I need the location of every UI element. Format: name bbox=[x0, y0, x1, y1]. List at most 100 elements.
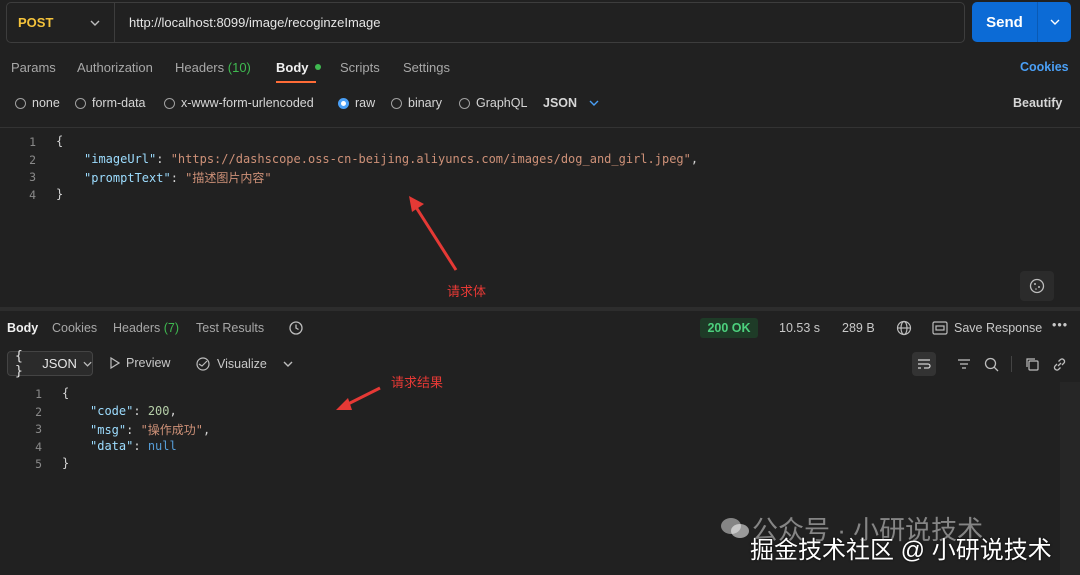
response-time: 10.53 s bbox=[779, 321, 821, 335]
visualize-button[interactable]: Visualize bbox=[195, 356, 293, 372]
resp-tab-headers[interactable]: Headers (7) bbox=[113, 321, 179, 335]
radio-circle bbox=[459, 97, 470, 109]
radio-urlencoded-label: x-www-form-urlencoded bbox=[181, 96, 314, 110]
play-icon bbox=[110, 357, 120, 369]
history-button[interactable] bbox=[287, 319, 305, 337]
line-number: 5 bbox=[35, 457, 42, 471]
code-line-3: "msg": "操作成功", bbox=[90, 423, 211, 437]
save-response-label: Save Response bbox=[954, 321, 1043, 335]
radio-none[interactable]: none bbox=[15, 96, 60, 110]
code-line-3: "promptText": "描述图片内容" bbox=[84, 171, 272, 185]
resp-tab-body[interactable]: Body bbox=[7, 321, 38, 335]
resp-tab-headers-label: Headers bbox=[113, 321, 161, 335]
response-tabs: Body Cookies Headers (7) Test Results bbox=[0, 318, 1080, 340]
tab-settings[interactable]: Settings bbox=[403, 60, 450, 75]
chevron-down-icon bbox=[1050, 19, 1059, 25]
radio-none-label: none bbox=[32, 96, 60, 110]
method-select[interactable]: POST bbox=[7, 3, 115, 42]
beautify-link[interactable]: Beautify bbox=[1013, 96, 1062, 110]
body-mode-row: none form-data x-www-form-urlencoded raw… bbox=[0, 92, 1080, 114]
tab-headers[interactable]: Headers (10) bbox=[175, 60, 251, 75]
line-number: 4 bbox=[35, 440, 42, 454]
radio-graphql[interactable]: GraphQL bbox=[459, 96, 527, 110]
json-string: "操作成功" bbox=[140, 423, 204, 437]
link-button[interactable] bbox=[1050, 355, 1068, 373]
request-body-editor[interactable]: 1 2 3 4 { "imageUrl": "https://dashscope… bbox=[0, 130, 1080, 306]
resp-tab-cookies[interactable]: Cookies bbox=[52, 321, 97, 335]
radio-raw[interactable]: raw bbox=[338, 96, 375, 110]
line-number: 4 bbox=[29, 188, 36, 202]
code-close-brace: } bbox=[56, 187, 64, 201]
line-number: 1 bbox=[35, 387, 42, 401]
tab-scripts[interactable]: Scripts bbox=[340, 60, 380, 75]
response-format-label: JSON bbox=[42, 356, 77, 371]
line-number: 2 bbox=[35, 405, 42, 419]
filter-icon bbox=[958, 359, 970, 369]
section-divider bbox=[0, 127, 1080, 128]
preview-button[interactable]: Preview bbox=[110, 356, 170, 370]
network-info-button[interactable] bbox=[896, 320, 912, 336]
json-key: "code" bbox=[90, 404, 134, 418]
line-number: 2 bbox=[29, 153, 36, 167]
wrap-lines-button[interactable] bbox=[912, 352, 936, 376]
globe-icon bbox=[896, 320, 912, 336]
response-annotation: 请求结果 bbox=[391, 375, 444, 390]
send-button[interactable]: Send bbox=[972, 2, 1038, 42]
url-input[interactable]: http://localhost:8099/image/recoginzeIma… bbox=[115, 15, 381, 30]
cookies-link[interactable]: Cookies bbox=[1020, 60, 1069, 74]
json-key: "imageUrl" bbox=[84, 152, 157, 166]
visualize-label: Visualize bbox=[217, 357, 267, 371]
send-options-button[interactable] bbox=[1038, 2, 1071, 42]
radio-binary[interactable]: binary bbox=[391, 96, 442, 110]
tab-params[interactable]: Params bbox=[11, 60, 56, 75]
response-format-select[interactable]: { } JSON bbox=[7, 349, 93, 379]
code-open-brace: { bbox=[62, 386, 70, 400]
body-format-label: JSON bbox=[543, 96, 578, 110]
method-label: POST bbox=[18, 15, 54, 30]
radio-circle bbox=[164, 97, 175, 109]
body-active-dot bbox=[314, 63, 321, 70]
chevron-down-icon bbox=[83, 361, 92, 367]
json-string: "https://dashscope.oss-cn-beijing.aliyun… bbox=[170, 152, 691, 166]
annotation-arrow-icon bbox=[409, 196, 458, 271]
link-icon bbox=[1053, 357, 1065, 371]
json-string: "描述图片内容" bbox=[185, 171, 272, 185]
url-bar: POST http://localhost:8099/image/recogin… bbox=[6, 2, 965, 43]
filter-button[interactable] bbox=[955, 355, 973, 373]
request-body-annotation: 请求体 bbox=[447, 284, 487, 299]
chevron-down-icon bbox=[283, 361, 293, 367]
radio-urlencoded[interactable]: x-www-form-urlencoded bbox=[164, 96, 314, 110]
tab-body[interactable]: Body bbox=[276, 60, 321, 75]
code-line-4: "data": null bbox=[90, 439, 177, 453]
toolbar-divider bbox=[1011, 356, 1012, 372]
history-icon bbox=[289, 321, 303, 335]
cookie-icon bbox=[1029, 278, 1045, 294]
radio-form-data[interactable]: form-data bbox=[75, 96, 146, 110]
watermark: 公众号 · 小研说技术 掘金技术社区 @ 小研说技术 bbox=[720, 508, 1070, 568]
annotation-arrow-icon bbox=[336, 386, 381, 410]
save-response-button[interactable]: Save Response bbox=[932, 321, 1042, 335]
preview-label: Preview bbox=[126, 356, 171, 370]
json-key: "msg" bbox=[90, 423, 127, 437]
search-button[interactable] bbox=[982, 355, 1000, 373]
search-icon bbox=[984, 357, 998, 371]
more-options-icon[interactable]: ••• bbox=[1052, 318, 1068, 332]
tab-authorization[interactable]: Authorization bbox=[77, 60, 153, 75]
copy-button[interactable] bbox=[1023, 355, 1041, 373]
radio-form-data-label: form-data bbox=[92, 96, 146, 110]
resp-tab-test-results[interactable]: Test Results bbox=[196, 321, 264, 335]
radio-binary-label: binary bbox=[408, 96, 443, 110]
pane-resize-handle[interactable] bbox=[0, 307, 1080, 311]
json-key: "data" bbox=[90, 439, 134, 453]
line-number: 3 bbox=[35, 422, 42, 436]
wechat-icon bbox=[721, 518, 749, 538]
wrap-icon bbox=[918, 359, 931, 369]
body-format-select[interactable]: JSON bbox=[543, 96, 599, 110]
send-button-group: Send bbox=[972, 2, 1071, 42]
code-line-2: "imageUrl": "https://dashscope.oss-cn-be… bbox=[84, 152, 699, 166]
status-badge: 200 OK bbox=[700, 318, 758, 338]
chevron-down-icon bbox=[589, 100, 599, 106]
line-number: 3 bbox=[29, 170, 36, 184]
visualize-icon bbox=[196, 357, 210, 371]
editor-settings-button[interactable] bbox=[1020, 271, 1054, 301]
